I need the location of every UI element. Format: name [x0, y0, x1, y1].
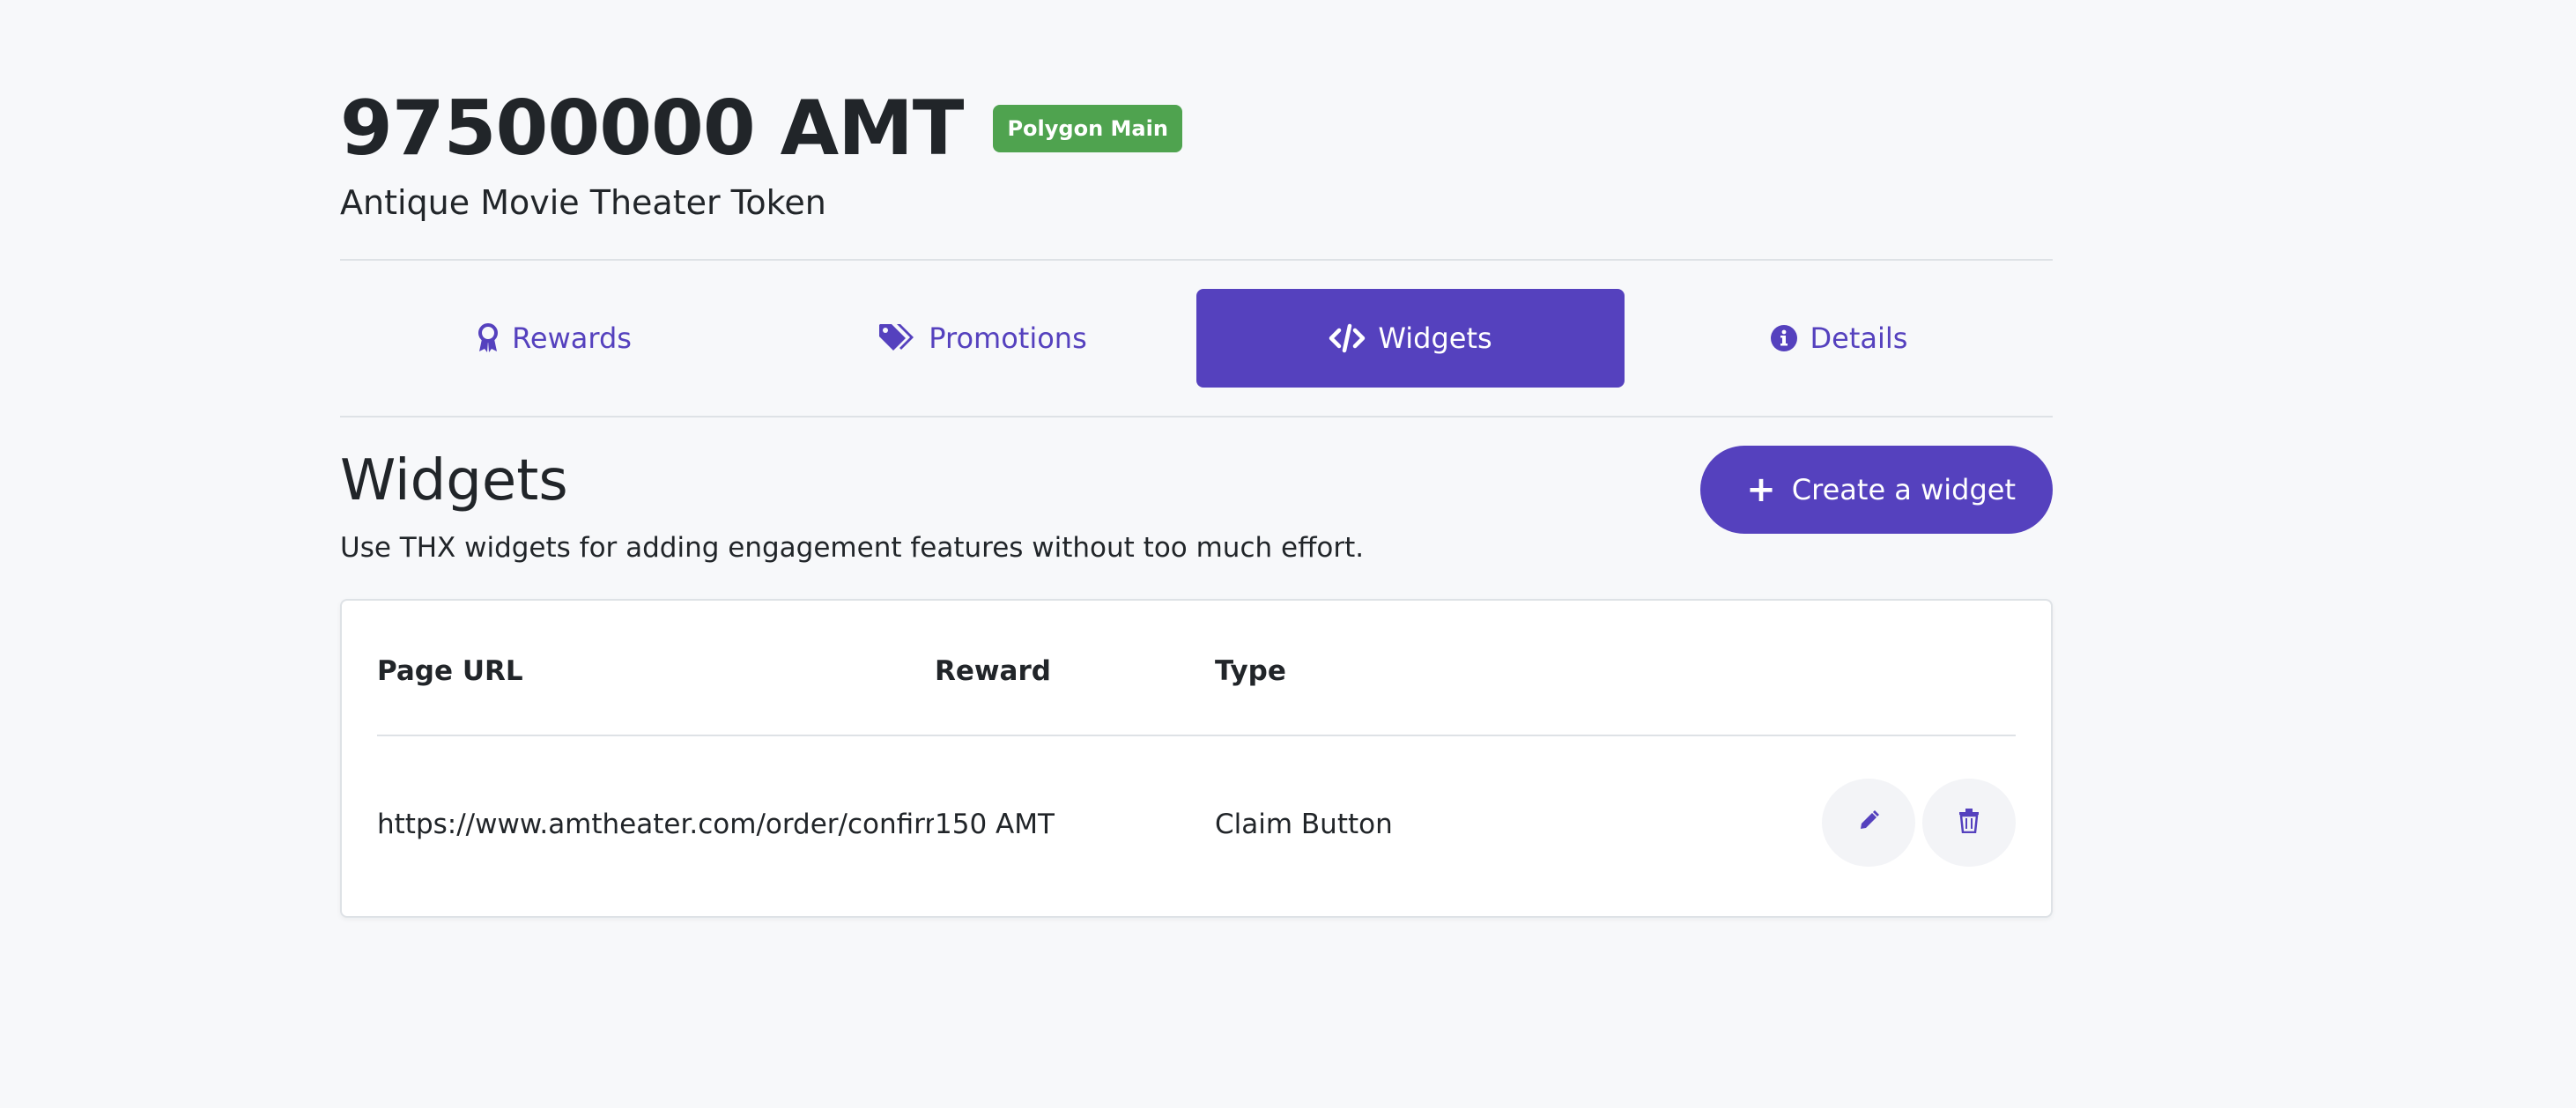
- tab-details-label: Details: [1810, 321, 1908, 355]
- tab-widgets[interactable]: Widgets: [1196, 289, 1625, 388]
- cell-type: Claim Button: [1215, 809, 1393, 840]
- header-divider: [340, 259, 2053, 261]
- tab-rewards[interactable]: Rewards: [340, 289, 768, 388]
- code-icon: [1329, 323, 1366, 353]
- info-circle-icon: [1770, 324, 1798, 352]
- column-header-type: Type: [1215, 655, 1286, 687]
- tab-promotions[interactable]: Promotions: [768, 289, 1196, 388]
- network-badge: Polygon Main: [993, 105, 1182, 152]
- column-header-reward: Reward: [935, 655, 1051, 687]
- create-widget-button[interactable]: + Create a widget: [1700, 446, 2053, 534]
- tab-bar: Rewards Promotions Widgets Details: [340, 289, 2053, 388]
- column-header-page-url: Page URL: [377, 655, 523, 687]
- tab-promotions-label: Promotions: [929, 321, 1087, 355]
- tags-icon: [877, 322, 916, 354]
- trash-icon: [1958, 809, 1980, 837]
- create-widget-label: Create a widget: [1791, 473, 2016, 506]
- tab-rewards-label: Rewards: [512, 321, 632, 355]
- delete-button[interactable]: [1922, 779, 2016, 867]
- cell-reward: 150 AMT: [935, 809, 1055, 840]
- table-row: https://www.amtheater.com/order/confirm …: [377, 736, 2016, 916]
- section-title: Widgets: [340, 448, 568, 513]
- tab-details[interactable]: Details: [1625, 289, 2053, 388]
- plus-icon: +: [1746, 469, 1776, 510]
- token-amount: 97500000 AMT: [340, 85, 964, 173]
- table-header: Page URL Reward Type: [377, 601, 2016, 736]
- widgets-table-card: Page URL Reward Type https://www.amtheat…: [340, 599, 2053, 918]
- pencil-icon: [1857, 809, 1880, 836]
- token-name: Antique Movie Theater Token: [340, 183, 826, 222]
- section-description: Use THX widgets for adding engagement fe…: [340, 532, 1365, 564]
- tab-widgets-label: Widgets: [1378, 321, 1492, 355]
- award-icon: [477, 323, 500, 353]
- token-header: 97500000 AMT Polygon Main: [340, 85, 1182, 173]
- cell-page-url: https://www.amtheater.com/order/confirm: [377, 809, 934, 840]
- edit-button[interactable]: [1822, 779, 1915, 867]
- tabs-divider: [340, 416, 2053, 417]
